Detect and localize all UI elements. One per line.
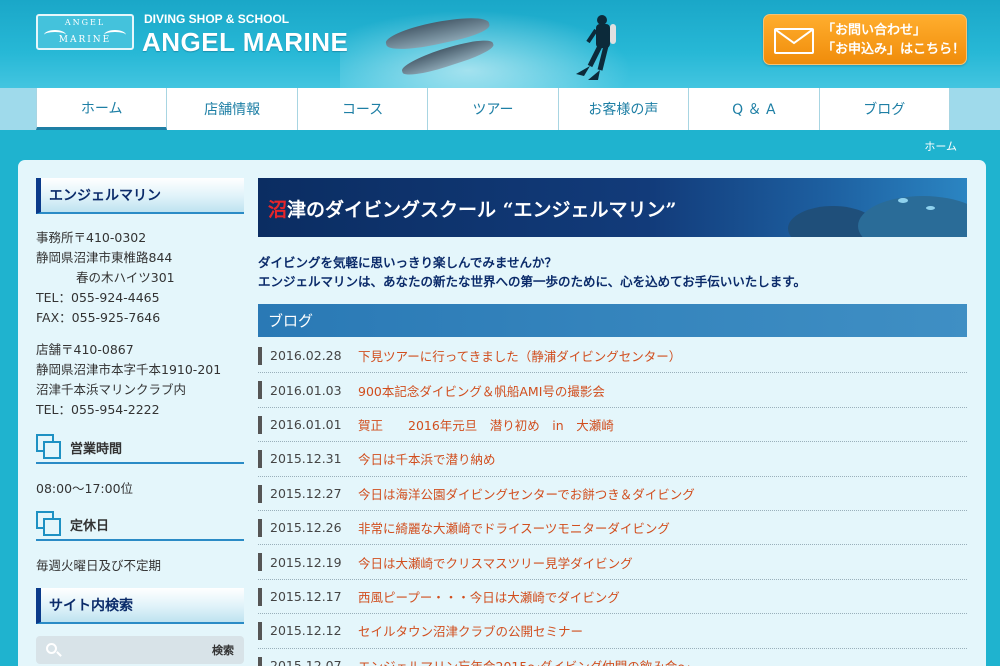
sidebar: エンジェルマリン 事務所〒410-0302 静岡県沼津市東椎路844 春の木ハイ… (36, 178, 244, 664)
post-link[interactable]: 今日は大瀬崎でクリスマスツリー見学ダイビング (358, 553, 633, 572)
post-link[interactable]: 非常に綺麗な大瀬崎でドライスーツモニターダイビング (358, 518, 670, 537)
office-tel: TEL：055-924-4465 (36, 290, 160, 305)
breadcrumb[interactable]: ホーム (924, 138, 957, 154)
post-date: 2015.12.19 (270, 554, 342, 570)
blog-heading: ブログ (258, 304, 967, 337)
row-marker (258, 518, 262, 537)
banner-heading-rest: 津のダイビングスクール “エンジェルマリン” (287, 199, 677, 221)
post-link[interactable]: エンジェルマリン忘年会2015～ダイビング仲間の飲み会～ (358, 656, 690, 666)
list-item: 2015.12.26 非常に綺麗な大瀬崎でドライスーツモニターダイビング (258, 511, 967, 546)
search-input[interactable]: 検索 (36, 636, 244, 664)
closed-title: 定休日 (70, 518, 110, 534)
nav-item-shop-info[interactable]: 店舗情報 (167, 88, 298, 130)
post-link[interactable]: セイルタウン沼津クラブの公開セミナー (358, 621, 583, 640)
logo-text-top: ANGEL (64, 18, 106, 27)
row-marker (258, 484, 262, 503)
blog-list: 2016.02.28 下見ツアーに行ってきました（静浦ダイビングセンター） 201… (258, 339, 967, 666)
wing-icon (44, 30, 66, 40)
post-date: 2016.01.03 (270, 382, 342, 398)
search-title: サイト内検索 (36, 588, 244, 624)
squares-icon-inner (43, 518, 61, 536)
search-icon-handle (56, 651, 62, 657)
nav-item-tour[interactable]: ツアー (428, 88, 559, 130)
contact-line-2: 「お申込み」はこちら！ (822, 42, 966, 57)
site-subtitle: DIVING SHOP & SCHOOL (144, 12, 290, 26)
post-link[interactable]: 今日は海洋公園ダイビングセンターでお餅つき＆ダイビング (358, 484, 695, 503)
nav-item-home[interactable]: ホーム (36, 88, 168, 130)
store-postal: 店舗〒410-0867 (36, 342, 134, 357)
row-marker (258, 553, 262, 572)
intro-line-1: ダイビングを気軽に思いっきり楽しんでみませんか？ (258, 255, 558, 270)
office-building: 春の木ハイツ301 (76, 270, 175, 285)
nav-item-qa[interactable]: Q ＆ A (689, 88, 820, 130)
post-link[interactable]: 今日は千本浜で潜り納め (358, 449, 496, 468)
post-date: 2015.12.12 (270, 623, 342, 639)
coral-image (858, 196, 967, 237)
row-marker (258, 415, 262, 434)
contact-button[interactable]: 「お問い合わせ」 「お申込み」はこちら！ (763, 14, 967, 65)
row-marker (258, 622, 262, 641)
office-address: 事務所〒410-0302 静岡県沼津市東椎路844 春の木ハイツ301 TEL：… (36, 228, 244, 328)
store-street: 静岡県沼津市本字千本1910-201 (36, 362, 222, 377)
post-date: 2015.12.17 (270, 588, 342, 604)
post-date: 2016.02.28 (270, 348, 342, 364)
squares-icon-inner (43, 441, 61, 459)
list-item: 2016.01.03 900本記念ダイビング＆帆船AMI号の撮影会 (258, 373, 967, 408)
post-date: 2015.12.31 (270, 451, 342, 467)
row-marker (258, 381, 262, 400)
nav-item-course[interactable]: コース (297, 88, 429, 130)
sidebar-shop-title: エンジェルマリン (36, 178, 244, 214)
post-link[interactable]: 900本記念ダイビング＆帆船AMI号の撮影会 (358, 381, 605, 400)
store-address: 店舗〒410-0867 静岡県沼津市本字千本1910-201 沼津千本浜マリンク… (36, 340, 244, 420)
row-marker (258, 656, 262, 666)
hours-title: 営業時間 (70, 441, 123, 457)
list-item: 2016.02.28 下見ツアーに行ってきました（静浦ダイビングセンター） (258, 339, 967, 374)
list-item: 2015.12.17 西風ピープー・・・今日は大瀬崎でダイビング (258, 580, 967, 615)
search-button[interactable]: 検索 (212, 642, 234, 658)
office-fax: FAX：055-925-7646 (36, 310, 161, 325)
banner-heading-red: 沼 (268, 199, 288, 221)
site-title[interactable]: ANGEL MARINE (142, 27, 348, 58)
diver-image (576, 15, 616, 80)
list-item: 2015.12.12 セイルタウン沼津クラブの公開セミナー (258, 614, 967, 649)
post-date: 2015.12.26 (270, 520, 342, 536)
list-item: 2015.12.19 今日は大瀬崎でクリスマスツリー見学ダイビング (258, 545, 967, 580)
office-street: 静岡県沼津市東椎路844 (36, 250, 173, 265)
closed-heading: 定休日 (36, 509, 244, 541)
store-building: 沼津千本浜マリンクラブ内 (36, 382, 187, 397)
fish-image (898, 198, 908, 203)
wing-icon (104, 30, 126, 40)
site-header: ANGEL MARINE DIVING SHOP & SCHOOL ANGEL … (0, 0, 1000, 88)
nav-item-voice[interactable]: お客様の声 (558, 88, 690, 130)
fish-image (926, 206, 935, 210)
office-postal: 事務所〒410-0302 (36, 230, 147, 245)
row-marker (258, 587, 262, 606)
list-item: 2015.12.27 今日は海洋公園ダイビングセンターでお餅つき＆ダイビング (258, 477, 967, 511)
mail-icon (774, 28, 814, 54)
post-link[interactable]: 下見ツアーに行ってきました（静浦ダイビングセンター） (358, 346, 681, 365)
post-link[interactable]: 賀正 2016年元旦 潜り初め in 大瀬崎 (358, 415, 614, 434)
intro-text: ダイビングを気軽に思いっきり楽しんでみませんか？ エンジェルマリンは、あなたの新… (258, 253, 806, 291)
global-nav: ホーム 店舗情報 コース ツアー お客様の声 Q ＆ A ブログ (0, 88, 1000, 130)
list-item: 2015.12.07 エンジェルマリン忘年会2015～ダイビング仲間の飲み会～ (258, 649, 967, 666)
post-link[interactable]: 西風ピープー・・・今日は大瀬崎でダイビング (358, 587, 620, 606)
site-logo[interactable]: ANGEL MARINE (36, 14, 134, 50)
row-marker (258, 450, 262, 469)
list-item: 2015.12.31 今日は千本浜で潜り納め (258, 442, 967, 477)
hours-heading: 営業時間 (36, 432, 244, 464)
closed-value: 毎週火曜日及び不定期 (36, 558, 162, 573)
post-date: 2016.01.01 (270, 416, 342, 432)
post-date: 2015.12.27 (270, 485, 342, 501)
hero-banner: 沼津のダイビングスクール “エンジェルマリン” (258, 178, 967, 237)
hours-value: 08:00～17:00位 (36, 481, 134, 496)
store-tel: TEL：055-954-2222 (36, 402, 160, 417)
post-date: 2015.12.07 (270, 657, 342, 666)
nav-item-blog[interactable]: ブログ (819, 88, 950, 130)
list-item: 2016.01.01 賀正 2016年元旦 潜り初め in 大瀬崎 (258, 408, 967, 443)
banner-heading: 沼津のダイビングスクール “エンジェルマリン” (268, 195, 677, 222)
row-marker (258, 347, 262, 365)
intro-line-2: エンジェルマリンは、あなたの新たな世界への第一歩のために、心を込めてお手伝いいた… (258, 274, 807, 289)
contact-line-1: 「お問い合わせ」 (822, 23, 927, 38)
